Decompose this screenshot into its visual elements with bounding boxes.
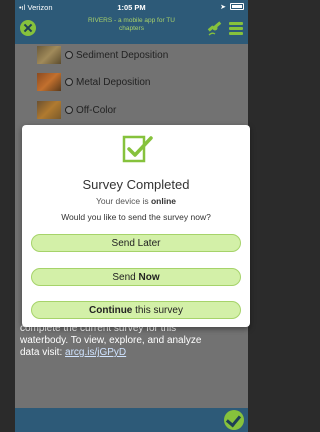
- sediment-photo: [37, 46, 61, 64]
- dialog-title: Survey Completed: [82, 177, 190, 192]
- radio-button[interactable]: [65, 51, 73, 59]
- metal-photo: [37, 73, 61, 91]
- continue-survey-button[interactable]: Continue this survey: [31, 301, 241, 319]
- survey-check-icon: [122, 135, 153, 163]
- list-item[interactable]: Sediment Deposition: [37, 45, 168, 65]
- bottom-bar: [15, 408, 248, 432]
- arcgis-link[interactable]: arcg.is/jGPyD: [65, 347, 126, 358]
- list-item[interactable]: Off-Color: [37, 100, 116, 120]
- satellite-icon[interactable]: [206, 21, 224, 37]
- menu-icon[interactable]: [229, 22, 243, 35]
- send-now-button[interactable]: Send Now: [31, 268, 241, 286]
- offcolor-photo: [37, 101, 61, 119]
- list-item[interactable]: Metal Deposition: [37, 72, 150, 92]
- dialog-question: Would you like to send the survey now?: [61, 212, 211, 222]
- connection-status: Your device is online: [96, 196, 176, 206]
- radio-button[interactable]: [65, 106, 73, 114]
- send-later-button[interactable]: Send Later: [31, 234, 241, 252]
- submit-check-icon[interactable]: [224, 410, 244, 430]
- close-icon[interactable]: [20, 20, 36, 36]
- location-arrow-icon: ➤: [220, 4, 226, 11]
- clock: 1:05 PM: [117, 2, 146, 12]
- radio-button[interactable]: [65, 78, 73, 86]
- status-bar: •ıl Verizon 1:05 PM ➤: [15, 0, 248, 14]
- info-text: complete the current survey for this wat…: [20, 323, 202, 358]
- survey-completed-dialog: Survey Completed Your device is online W…: [22, 125, 250, 327]
- app-title: RIVERS - a mobile app for TU chapters: [88, 17, 175, 32]
- battery-icon: [230, 3, 244, 10]
- app-header: RIVERS - a mobile app for TU chapters: [15, 14, 248, 44]
